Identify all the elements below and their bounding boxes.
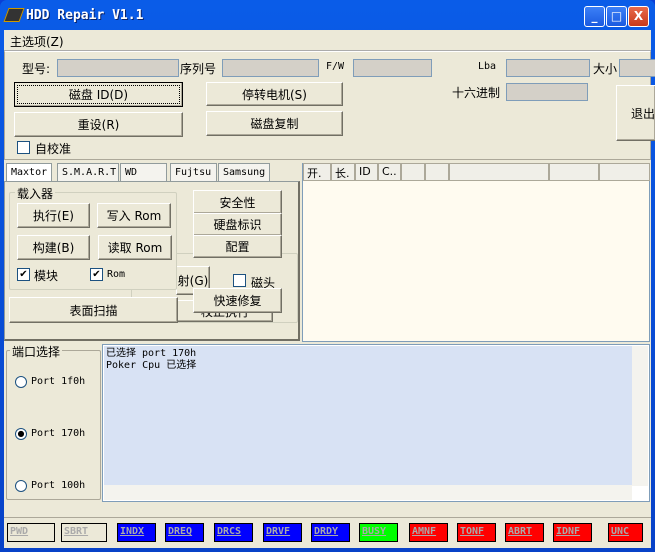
module-checkbox[interactable]: ✔: [17, 268, 30, 281]
tab-maxtor[interactable]: Maxtor: [6, 163, 53, 183]
client-area: 主选项(Z) 型号: 序列号 F/W Lba 大小 十六进制 磁盘 ID(D) …: [4, 30, 655, 548]
surface-scan-button[interactable]: 表面扫描: [9, 297, 178, 323]
close-button[interactable]: X: [628, 6, 649, 27]
port-group: 端口选择 Port 1f0h ● Port 170h Port 100h: [6, 343, 101, 500]
maximize-button[interactable]: □: [606, 6, 627, 27]
status-led-tonf: TONF: [457, 523, 496, 542]
status-led-pwd: PWD: [7, 523, 55, 542]
port-170h-label: Port 170h: [31, 428, 86, 439]
status-led-indx: INDX: [117, 523, 156, 542]
status-led-unc: UNC: [608, 523, 643, 542]
rom-checkbox[interactable]: ✔: [90, 268, 103, 281]
disk-copy-button[interactable]: 磁盘复制: [206, 111, 343, 136]
port-1f0h-label: Port 1f0h: [31, 376, 86, 387]
status-led-dreq: DREQ: [165, 523, 204, 542]
tab-fujtsu[interactable]: Fujtsu: [170, 163, 217, 182]
fw-label: F/W: [326, 61, 345, 72]
quick-fix-button[interactable]: 快速修复: [193, 288, 282, 313]
col-header[interactable]: [425, 163, 449, 181]
menu-main[interactable]: 主选项(Z): [10, 33, 64, 50]
horizontal-scrollbar[interactable]: [104, 485, 632, 500]
log-line: Poker Cpu 已选择: [106, 360, 197, 371]
vertical-scrollbar[interactable]: [632, 346, 648, 486]
write-rom-button[interactable]: 写入 Rom: [97, 203, 171, 228]
disk-id-button[interactable]: 磁盘 ID(D): [14, 82, 183, 107]
window-title: HDD Repair V1.1: [26, 8, 144, 23]
tab-samsung[interactable]: Samsung: [218, 163, 270, 182]
col-header[interactable]: [449, 163, 549, 181]
col-header[interactable]: [599, 163, 650, 181]
status-led-amnf: AMNF: [409, 523, 448, 542]
hex-label: 十六进制: [452, 86, 501, 100]
maxtor-tab-panel: 射(G) 磁头 校正执行 载入器 执行(E) 写入 Rom 构建(B) 读取 R…: [4, 181, 300, 341]
status-divider: [4, 517, 651, 518]
col-header-id[interactable]: ID: [355, 163, 378, 181]
port-group-title: 端口选择: [10, 343, 63, 360]
log-line: 已选择 port 170h: [106, 348, 197, 359]
disk-identity-button[interactable]: 硬盘标识: [193, 213, 282, 236]
security-button[interactable]: 安全性: [193, 190, 282, 214]
build-button[interactable]: 构建(B): [17, 235, 90, 260]
module-label: 模块: [34, 269, 59, 283]
col-header-open[interactable]: 开.: [303, 163, 331, 181]
lba-label: Lba: [478, 61, 497, 72]
loader-group: 载入器 执行(E) 写入 Rom 构建(B) 读取 Rom ✔ 模块 ✔ Rom: [9, 185, 177, 290]
col-header-c[interactable]: C..: [378, 163, 401, 181]
app-window: HDD Repair V1.1 _ □ X 主选项(Z) 型号: 序列号 F/W…: [0, 0, 655, 552]
serial-field[interactable]: [222, 59, 319, 77]
hdd-app-icon: [3, 8, 25, 22]
model-label: 型号:: [22, 62, 51, 76]
log-box[interactable]: 已选择 port 170h Poker Cpu 已选择: [102, 344, 650, 502]
drive-info-panel: 型号: 序列号 F/W Lba 大小 十六进制 磁盘 ID(D) 停转电机(S)…: [4, 50, 655, 160]
rom-label: Rom: [107, 269, 126, 280]
result-list[interactable]: [302, 163, 650, 342]
lba-field[interactable]: [506, 59, 590, 77]
read-rom-button[interactable]: 读取 Rom: [98, 235, 172, 260]
size-label: 大小: [593, 62, 618, 76]
stop-motor-button[interactable]: 停转电机(S): [206, 82, 343, 106]
config-button[interactable]: 配置: [193, 235, 282, 258]
tab-smart[interactable]: S.M.A.R.T: [57, 163, 119, 182]
col-header-length[interactable]: 长.: [331, 163, 355, 181]
loader-title: 载入器: [15, 185, 56, 202]
col-header[interactable]: [549, 163, 599, 181]
fw-field[interactable]: [353, 59, 432, 77]
status-led-drdy: DRDY: [311, 523, 350, 542]
reset-button[interactable]: 重设(R): [14, 112, 183, 137]
status-led-drcs: DRCS: [214, 523, 253, 542]
execute-button[interactable]: 执行(E): [17, 203, 90, 228]
status-led-idnf: IDNF: [553, 523, 592, 542]
size-field[interactable]: [619, 59, 655, 77]
model-field[interactable]: [57, 59, 179, 77]
hex-field[interactable]: [506, 83, 588, 101]
port-100h-label: Port 100h: [31, 480, 86, 491]
status-led-busy: BUSY: [359, 523, 398, 542]
auto-calib-label: 自校准: [35, 142, 72, 156]
col-header[interactable]: [401, 163, 425, 181]
status-led-drvf: DRVF: [263, 523, 302, 542]
auto-calib-checkbox[interactable]: [17, 141, 30, 154]
exit-button[interactable]: 退出: [616, 85, 655, 141]
minimize-button[interactable]: _: [584, 6, 605, 27]
port-1f0h-radio[interactable]: [15, 376, 27, 388]
tab-wd[interactable]: WD: [120, 163, 167, 182]
status-led-sbrt: SBRT: [61, 523, 107, 542]
port-170h-radio[interactable]: ●: [15, 428, 27, 440]
heads-checkbox[interactable]: [233, 274, 246, 287]
status-led-abrt: ABRT: [505, 523, 544, 542]
port-100h-radio[interactable]: [15, 480, 27, 492]
serial-label: 序列号: [180, 62, 217, 76]
